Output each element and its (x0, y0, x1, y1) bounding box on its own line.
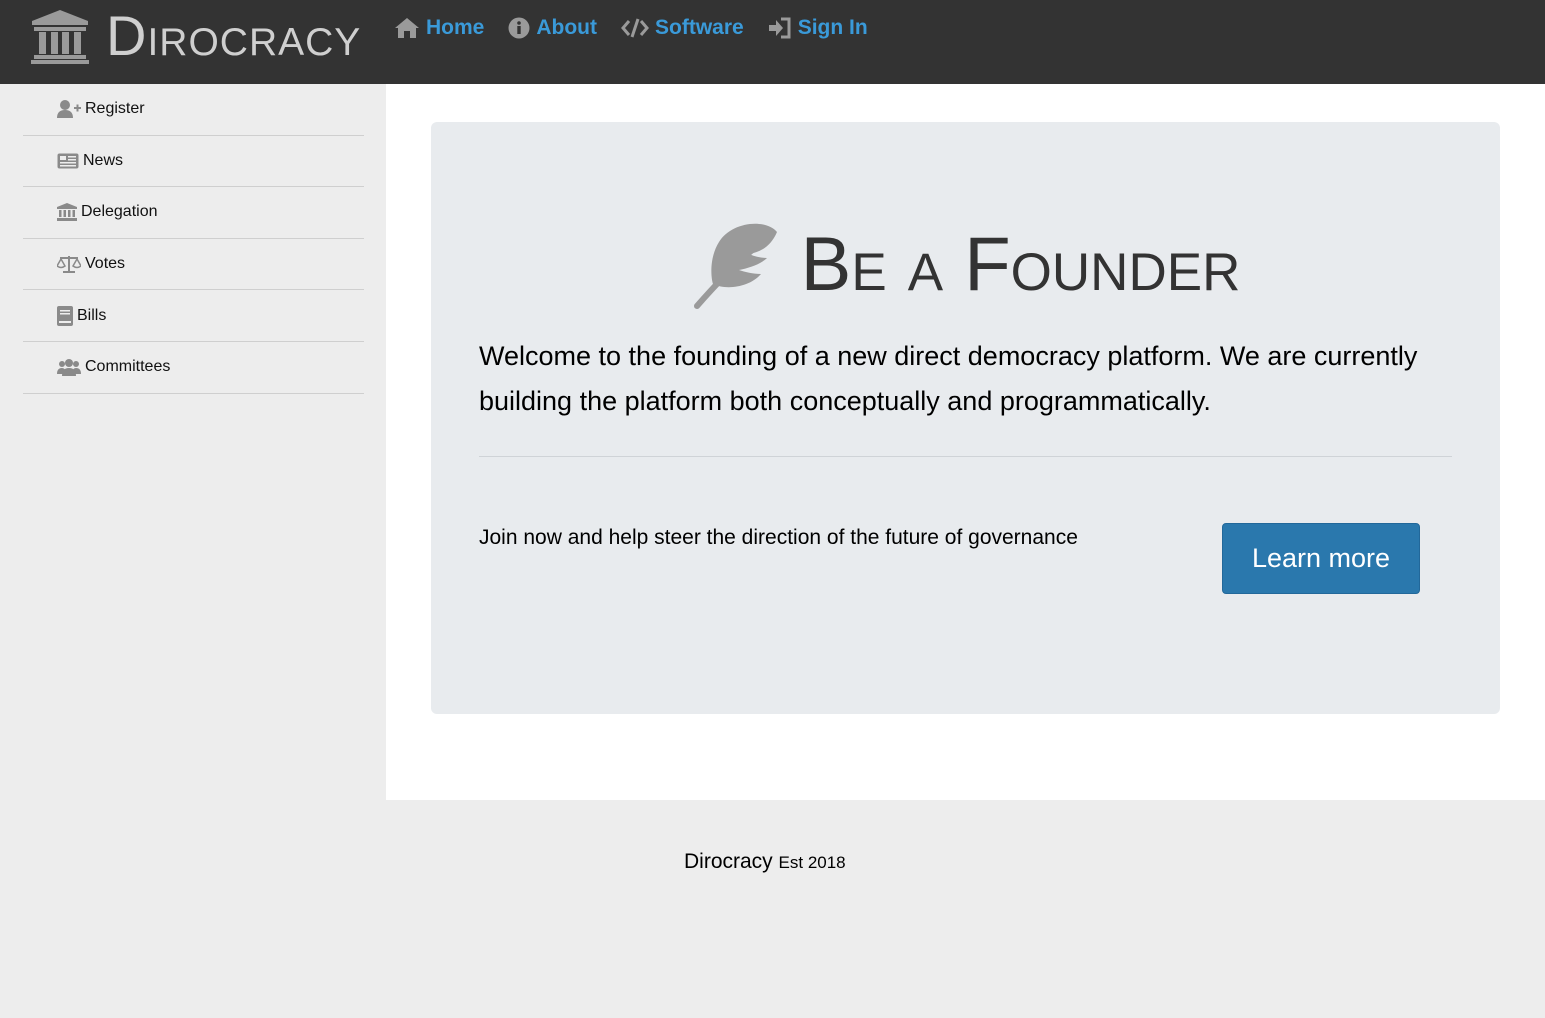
top-navbar: Dirocracy Home About Software Sign In (0, 0, 1545, 84)
sign-in-icon (768, 17, 791, 39)
nav-home[interactable]: Home (394, 16, 484, 40)
sidebar-item-bills[interactable]: Bills (23, 290, 364, 342)
sidebar-item-news[interactable]: News (23, 136, 364, 188)
hero-heading: Be a Founder (431, 220, 1500, 310)
hero-lead: Welcome to the founding of a new direct … (479, 341, 1418, 416)
nav-about-label: About (536, 16, 598, 39)
main-nav: Home About Software Sign In (394, 16, 868, 40)
feather-icon (693, 223, 777, 309)
main-content: Be a Founder Welcome to the founding of … (386, 84, 1545, 800)
users-icon (57, 359, 81, 377)
nav-sign-in-label: Sign In (797, 16, 868, 39)
brand[interactable]: Dirocracy (30, 6, 361, 66)
nav-software[interactable]: Software (621, 16, 744, 40)
user-plus-icon (57, 100, 81, 119)
newspaper-icon (57, 153, 79, 169)
jumbotron: Be a Founder Welcome to the founding of … (431, 122, 1500, 714)
nav-software-label: Software (655, 16, 744, 39)
sidebar-list: Register News Delegation Votes Bills Com… (23, 84, 364, 394)
sidebar-item-label: Votes (85, 255, 126, 273)
divider (479, 456, 1452, 457)
hero-join-text: Join now and help steer the direction of… (479, 526, 1078, 549)
sidebar-item-delegation[interactable]: Delegation (23, 187, 364, 239)
nav-about[interactable]: About (508, 16, 597, 40)
hero-title: Be a Founder (800, 222, 1241, 307)
brand-name: Dirocracy (106, 4, 362, 67)
code-icon (621, 18, 649, 38)
sidebar-item-label: Delegation (81, 203, 158, 221)
nav-sign-in[interactable]: Sign In (768, 16, 868, 40)
footer: Dirocracy Est 2018 (0, 800, 1545, 1018)
nav-home-label: Home (426, 16, 485, 39)
sidebar-item-label: Bills (77, 306, 107, 324)
sidebar-item-votes[interactable]: Votes (23, 239, 364, 291)
sidebar-item-label: News (83, 151, 124, 169)
institution-icon (31, 10, 89, 64)
home-icon (395, 18, 419, 38)
sidebar-item-committees[interactable]: Committees (23, 342, 364, 394)
sidebar-item-register[interactable]: Register (23, 84, 364, 136)
footer-established: Est 2018 (778, 853, 846, 872)
sidebar-item-label: Committees (85, 358, 171, 376)
info-icon (508, 17, 530, 39)
sidebar: Register News Delegation Votes Bills Com… (0, 84, 386, 800)
learn-more-button[interactable]: Learn more (1222, 523, 1420, 594)
footer-text: Dirocracy Est 2018 (684, 850, 846, 874)
balance-scale-icon (57, 256, 81, 274)
institution-icon (57, 203, 77, 222)
book-icon (57, 305, 73, 326)
footer-brand: Dirocracy (684, 850, 773, 873)
sidebar-item-label: Register (85, 100, 145, 118)
